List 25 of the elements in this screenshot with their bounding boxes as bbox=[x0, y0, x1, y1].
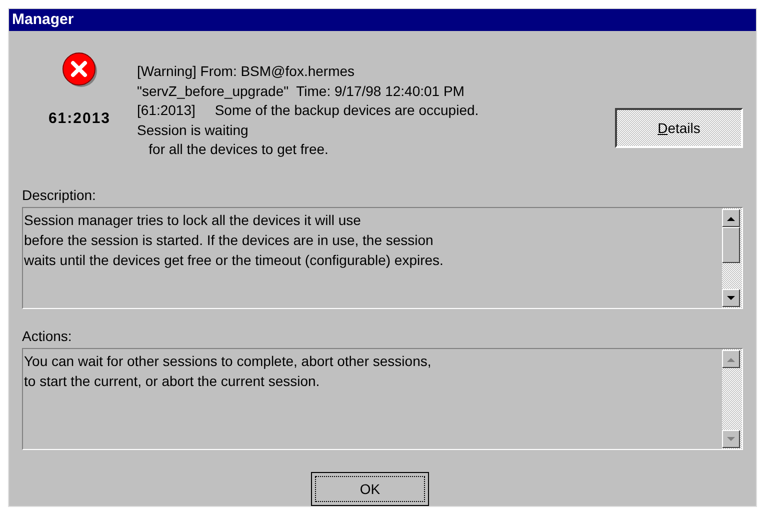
text-line: before the session is started. If the devices are in use, the session bbox=[24, 231, 434, 250]
error-code: 61:2013 bbox=[48, 109, 111, 129]
message-line: for all the devices to get free. bbox=[148, 140, 330, 159]
details-button[interactable]: Details bbox=[615, 108, 743, 148]
text-line: You can wait for other sessions to complete, abort other sessions, bbox=[24, 352, 432, 371]
section-label: Description: bbox=[22, 186, 97, 204]
scroll-down-button[interactable] bbox=[722, 289, 740, 307]
text-line: waits until the devices get free or the timeout (configurable) expires. bbox=[24, 251, 444, 270]
message-line: "servZ_before_upgrade" Time: 9/17/98 12:40:01 PM bbox=[137, 82, 466, 101]
error-icon bbox=[62, 52, 98, 88]
up-arrow-icon bbox=[727, 216, 735, 220]
down-arrow-icon bbox=[727, 296, 735, 300]
scroll-up-button[interactable] bbox=[722, 209, 740, 227]
text-line: to start the current, or abort the current session. bbox=[24, 372, 321, 391]
up-arrow-icon bbox=[727, 356, 735, 362]
message-line: [61:2013] Some of the backup devices are occupied. bbox=[137, 101, 480, 120]
text-line: Session manager tries to lock all the devices it will use bbox=[24, 211, 362, 230]
scroll-thumb[interactable] bbox=[722, 227, 740, 263]
message-line: [Warning] From: BSM@fox.hermes bbox=[137, 62, 356, 81]
message-line: Session is waiting bbox=[137, 120, 250, 140]
ok-button[interactable]: OK bbox=[311, 472, 429, 506]
section-label: Actions: bbox=[22, 327, 73, 345]
down-arrow-icon bbox=[727, 436, 735, 442]
window-title: Manager bbox=[12, 10, 74, 30]
scrollbar[interactable] bbox=[722, 208, 742, 308]
